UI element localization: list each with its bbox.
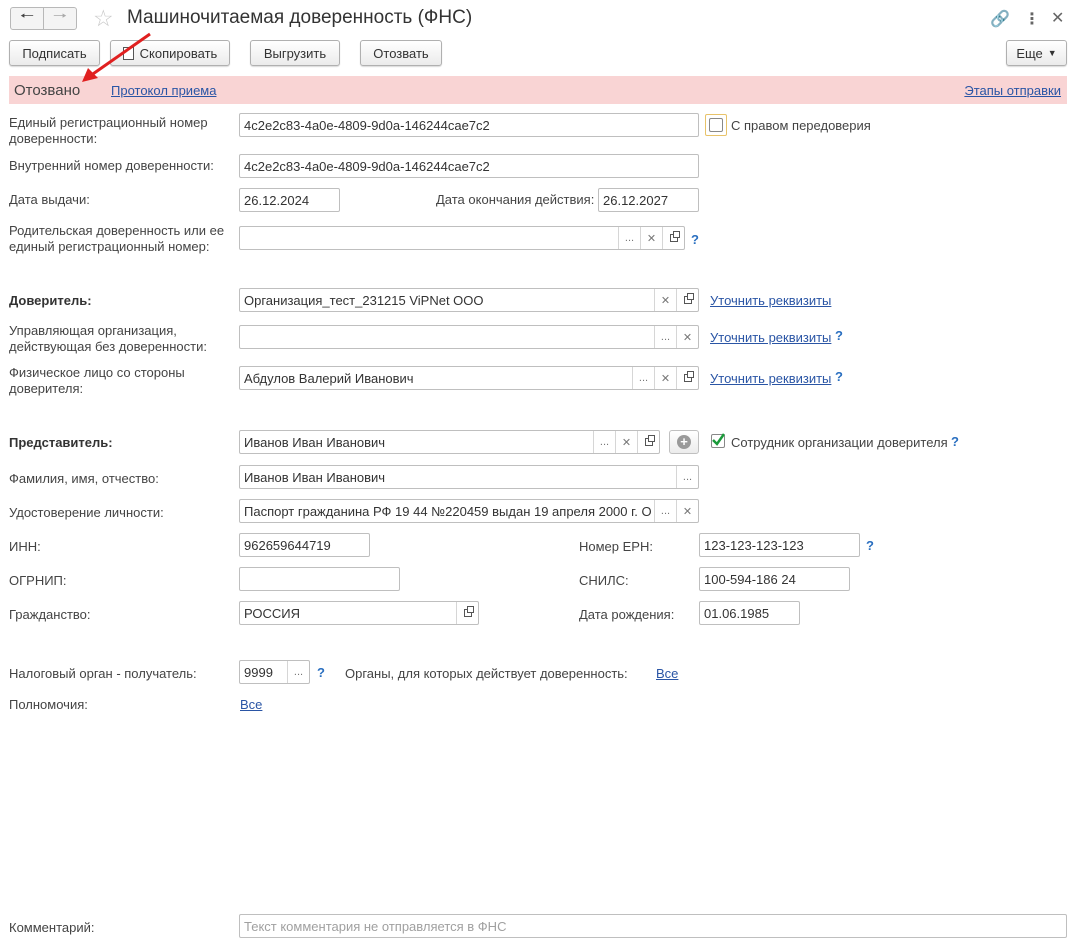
select-button[interactable]: ... bbox=[287, 661, 309, 683]
inn-label: ИНН: bbox=[9, 539, 41, 554]
clear-icon[interactable]: ✕ bbox=[640, 227, 662, 249]
select-button[interactable]: ... bbox=[618, 227, 640, 249]
inn-field[interactable]: 962659644719 bbox=[239, 533, 370, 557]
employee-label: Сотрудник организации доверителя bbox=[731, 435, 948, 450]
status-text: Отозвано bbox=[14, 82, 81, 99]
help-icon[interactable]: ? bbox=[317, 665, 325, 680]
reg-number-field[interactable]: 4c2e2c83-4a0e-4809-9d0a-146244cae7c2 bbox=[239, 113, 699, 137]
internal-number-field[interactable]: 4c2e2c83-4a0e-4809-9d0a-146244cae7c2 bbox=[239, 154, 699, 178]
parent-label: Родительская доверенность или ее единый р… bbox=[9, 223, 225, 254]
arrow-left-icon: 🠐 bbox=[20, 8, 34, 25]
citizenship-field[interactable]: РОССИЯ bbox=[239, 601, 479, 625]
individual-field[interactable]: Абдулов Валерий Иванович ... ✕ bbox=[239, 366, 699, 390]
help-icon[interactable]: ? bbox=[866, 538, 874, 553]
individual-details-link[interactable]: Уточнить реквизиты bbox=[710, 371, 831, 386]
add-representative-button[interactable]: + bbox=[669, 430, 699, 454]
help-icon[interactable]: ? bbox=[951, 434, 959, 449]
close-icon[interactable]: ✕ bbox=[1051, 8, 1064, 28]
revoke-button[interactable]: Отозвать bbox=[360, 40, 442, 66]
end-date-label: Дата окончания действия: bbox=[436, 192, 595, 207]
tax-authority-label: Налоговый орган - получатель: bbox=[9, 666, 197, 681]
status-bar: Отозвано Протокол приема Этапы отправки bbox=[9, 76, 1067, 104]
open-icon[interactable] bbox=[456, 602, 478, 624]
clear-icon[interactable]: ✕ bbox=[654, 289, 676, 311]
full-name-field[interactable]: Иванов Иван Иванович ... bbox=[239, 465, 699, 489]
select-button[interactable]: ... bbox=[632, 367, 654, 389]
open-icon[interactable] bbox=[676, 367, 698, 389]
ogrnip-label: ОГРНИП: bbox=[9, 573, 67, 588]
open-icon[interactable] bbox=[676, 289, 698, 311]
window-title: Машиночитаемая доверенность (ФНС) bbox=[127, 7, 473, 28]
checkmark-icon bbox=[712, 433, 725, 446]
birth-date-field[interactable]: 01.06.1985 bbox=[699, 601, 800, 625]
tax-authority-field[interactable]: 9999 ... bbox=[239, 660, 310, 684]
comment-label: Комментарий: bbox=[9, 920, 95, 935]
ogrnip-field[interactable] bbox=[239, 567, 400, 591]
comment-field[interactable]: Текст комментария не отправляется в ФНС bbox=[239, 914, 1067, 938]
help-icon[interactable]: ? bbox=[691, 232, 699, 247]
principal-details-link[interactable]: Уточнить реквизиты bbox=[710, 293, 831, 308]
principal-label: Доверитель: bbox=[9, 293, 92, 308]
clear-icon[interactable]: ✕ bbox=[615, 431, 637, 453]
birth-date-label: Дата рождения: bbox=[579, 607, 675, 622]
redelegation-label: С правом передоверия bbox=[731, 118, 871, 133]
ern-field[interactable]: 123-123-123-123 bbox=[699, 533, 860, 557]
back-button[interactable]: 🠐 bbox=[10, 7, 44, 30]
ern-label: Номер ЕРН: bbox=[579, 539, 653, 554]
plus-circle-icon: + bbox=[677, 435, 691, 449]
select-button[interactable]: ... bbox=[676, 466, 698, 488]
arrow-right-icon: 🠒 bbox=[53, 8, 67, 25]
clear-icon[interactable]: ✕ bbox=[654, 367, 676, 389]
end-date-field[interactable]: 26.12.2027 bbox=[598, 188, 699, 212]
select-button[interactable]: ... bbox=[654, 326, 676, 348]
parent-field[interactable]: ... ✕ bbox=[239, 226, 685, 250]
representative-field[interactable]: Иванов Иван Иванович ... ✕ bbox=[239, 430, 660, 454]
more-button[interactable]: Еще ▼ bbox=[1006, 40, 1067, 66]
internal-number-label: Внутренний номер доверенности: bbox=[9, 158, 214, 173]
identity-field[interactable]: Паспорт гражданина РФ 19 44 №220459 выда… bbox=[239, 499, 699, 523]
help-icon[interactable]: ? bbox=[835, 369, 843, 384]
more-vertical-icon[interactable]: ⋮ bbox=[1024, 9, 1040, 29]
help-icon[interactable]: ? bbox=[835, 328, 843, 343]
star-icon[interactable]: ☆ bbox=[93, 5, 114, 32]
full-name-label: Фамилия, имя, отчество: bbox=[9, 471, 159, 486]
authorities-label: Органы, для которых действует довереннос… bbox=[345, 666, 628, 681]
select-button[interactable]: ... bbox=[593, 431, 615, 453]
powers-all-link[interactable]: Все bbox=[240, 697, 262, 712]
identity-label: Удостоверение личности: bbox=[9, 505, 164, 520]
powers-label: Полномочия: bbox=[9, 697, 88, 712]
stages-link[interactable]: Этапы отправки bbox=[964, 83, 1061, 98]
reg-number-label: Единый регистрационный номер доверенности… bbox=[9, 115, 208, 146]
snils-field[interactable]: 100-594-186 24 bbox=[699, 567, 850, 591]
principal-field[interactable]: Организация_тест_231215 ViPNet ООО ✕ bbox=[239, 288, 699, 312]
employee-checkbox[interactable] bbox=[711, 433, 725, 448]
annotation-arrow-icon bbox=[82, 32, 151, 82]
chevron-down-icon: ▼ bbox=[1047, 48, 1057, 58]
select-button[interactable]: ... bbox=[654, 500, 676, 522]
open-icon[interactable] bbox=[637, 431, 659, 453]
individual-label: Физическое лицо со стороны доверителя: bbox=[9, 365, 185, 396]
snils-label: СНИЛС: bbox=[579, 573, 629, 588]
export-button[interactable]: Выгрузить bbox=[250, 40, 340, 66]
representative-label: Представитель: bbox=[9, 435, 113, 450]
open-icon[interactable] bbox=[662, 227, 684, 249]
redelegation-checkbox[interactable] bbox=[709, 118, 723, 132]
issue-date-label: Дата выдачи: bbox=[9, 192, 90, 207]
link-icon[interactable]: 🔗 bbox=[990, 9, 1010, 29]
issue-date-field[interactable]: 26.12.2024 bbox=[239, 188, 340, 212]
managing-org-field[interactable]: ... ✕ bbox=[239, 325, 699, 349]
citizenship-label: Гражданство: bbox=[9, 607, 91, 622]
managing-org-details-link[interactable]: Уточнить реквизиты bbox=[710, 330, 831, 345]
clear-icon[interactable]: ✕ bbox=[676, 500, 698, 522]
forward-button[interactable]: 🠒 bbox=[43, 7, 77, 30]
clear-icon[interactable]: ✕ bbox=[676, 326, 698, 348]
managing-org-label: Управляющая организация, действующая без … bbox=[9, 323, 207, 354]
authorities-all-link[interactable]: Все bbox=[656, 666, 678, 681]
